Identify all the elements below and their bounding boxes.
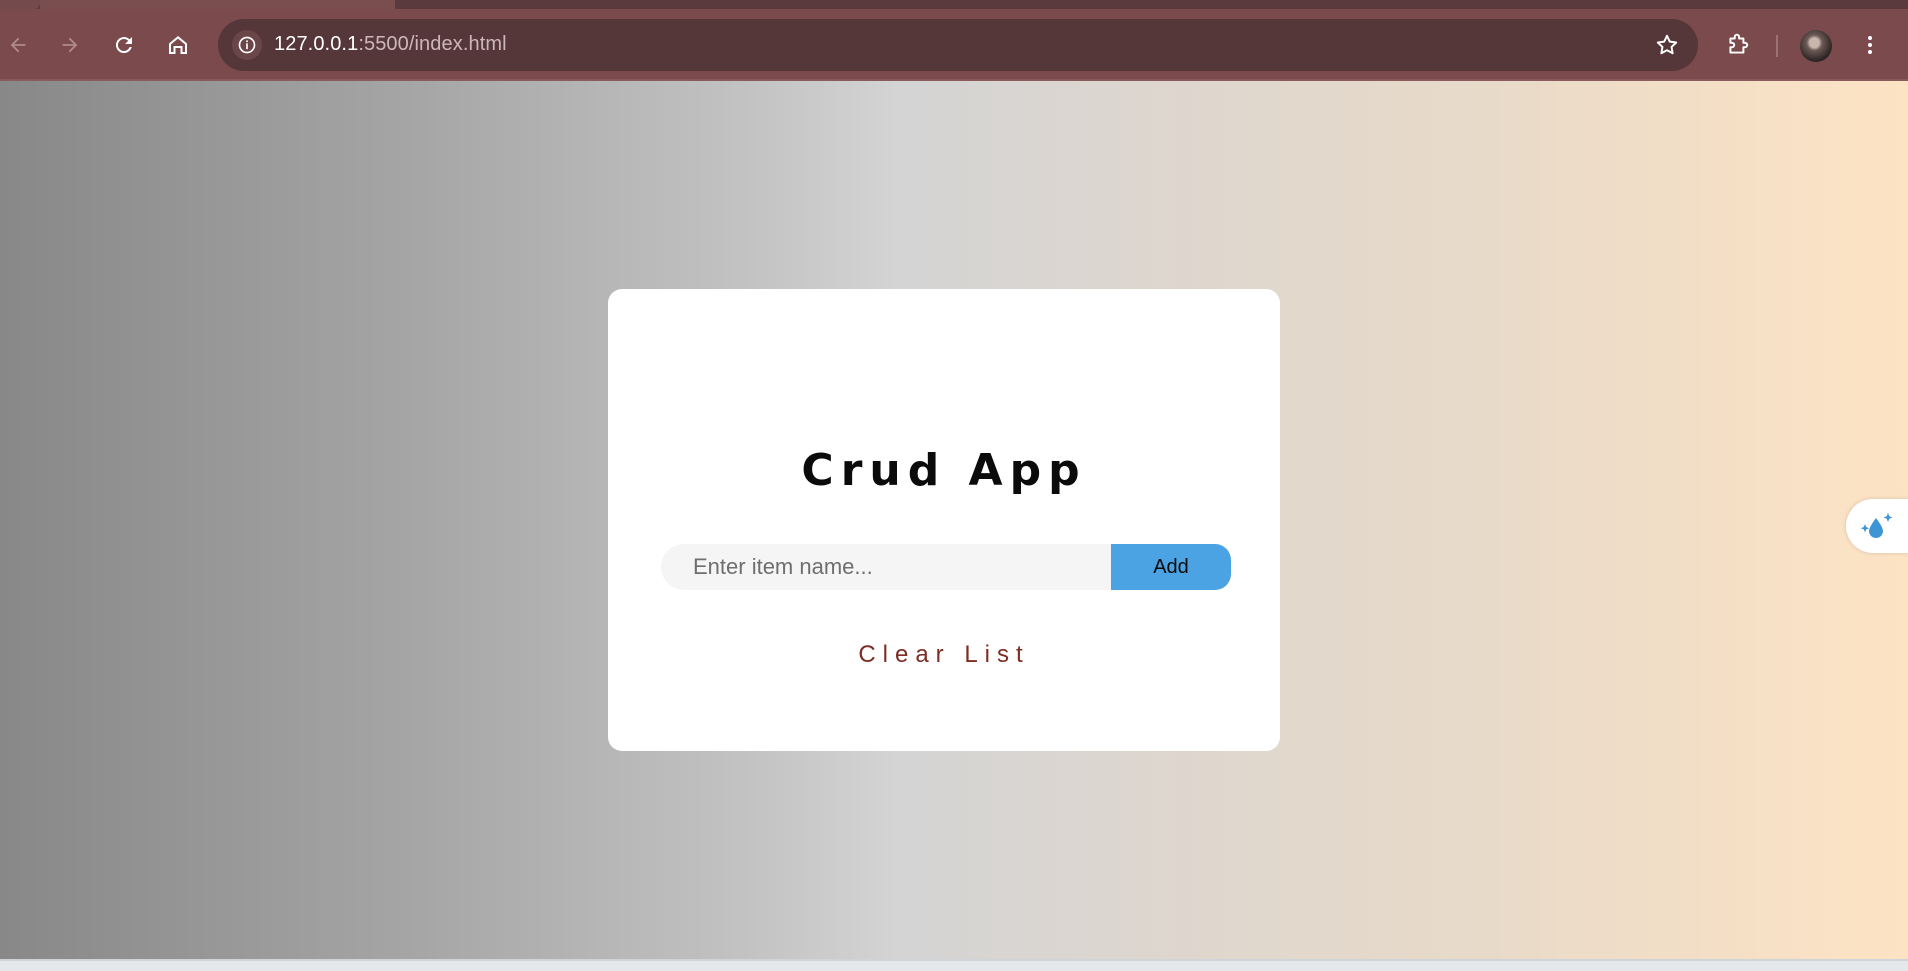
- crud-card: Crud App Add Clear List: [608, 289, 1280, 751]
- address-bar[interactable]: 127.0.0.1:5500/index.html: [218, 19, 1698, 71]
- reload-button[interactable]: [106, 27, 142, 63]
- back-button[interactable]: [0, 27, 36, 63]
- side-widget-button[interactable]: [1846, 499, 1908, 553]
- tab-strip: [0, 0, 1908, 9]
- forward-arrow-icon: [62, 37, 78, 53]
- reload-icon: [115, 37, 132, 54]
- page-viewport: Crud App Add Clear List: [0, 81, 1908, 959]
- add-button[interactable]: Add: [1111, 544, 1231, 590]
- clear-list-button[interactable]: Clear List: [608, 641, 1280, 669]
- toolbar-separator: [1776, 35, 1778, 57]
- forward-button[interactable]: [52, 27, 88, 63]
- bookmark-button[interactable]: [1654, 32, 1680, 63]
- info-icon: [238, 36, 256, 54]
- water-drop-sparkle-icon: [1860, 513, 1893, 538]
- url-text: 127.0.0.1:5500/index.html: [274, 33, 507, 56]
- active-tab[interactable]: [40, 0, 395, 9]
- kebab-menu-icon: [1868, 36, 1872, 54]
- page-title: Crud App: [801, 445, 1087, 496]
- url-host: 127.0.0.1: [274, 33, 359, 55]
- menu-button[interactable]: [1852, 27, 1888, 63]
- browser-toolbar: 127.0.0.1:5500/index.html: [0, 9, 1908, 81]
- tab-edge: [0, 0, 40, 9]
- site-info-button[interactable]: [232, 30, 262, 60]
- back-arrow-icon: [10, 37, 26, 53]
- home-button[interactable]: [160, 27, 196, 63]
- puzzle-icon: [1729, 33, 1749, 54]
- item-entry-form: Add: [661, 544, 1231, 590]
- extensions-button[interactable]: [1720, 27, 1756, 63]
- item-name-input[interactable]: [661, 544, 1111, 590]
- bottom-status-strip: [0, 959, 1908, 971]
- home-icon: [169, 36, 187, 54]
- url-path: :5500/index.html: [358, 33, 507, 55]
- star-icon: [1656, 34, 1678, 55]
- browser-window: 127.0.0.1:5500/index.html Crud App Enter…: [0, 0, 1908, 971]
- avatar[interactable]: [1800, 30, 1832, 62]
